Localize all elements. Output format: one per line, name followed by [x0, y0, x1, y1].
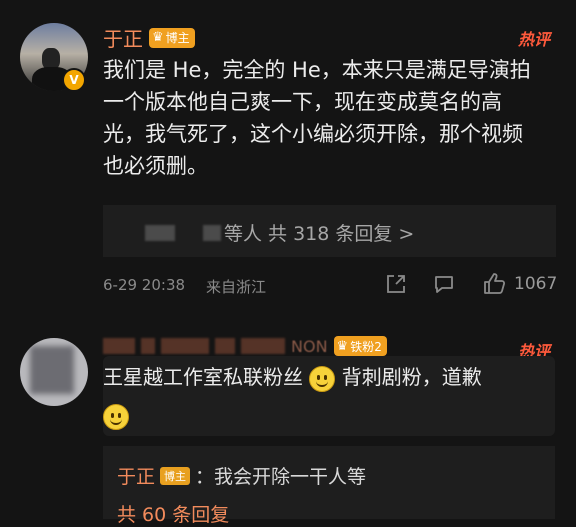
blurred-name [103, 338, 135, 354]
comment2-content: 王星越工作室私联粉丝 背刺剧粉，道歉 [103, 356, 555, 436]
blurred-name [241, 338, 285, 354]
blurred-name [145, 225, 175, 241]
share-icon[interactable] [384, 272, 408, 296]
content-segment: 背刺剧粉，道歉 [341, 365, 482, 389]
comment2-header: NON ♛ 铁粉2 [103, 336, 387, 356]
blurred-name [141, 338, 155, 354]
comment-icon[interactable] [432, 272, 456, 296]
comment1-date: 6-29 20:38 [103, 276, 186, 294]
blogger-badge: ♛ 博主 [149, 27, 195, 48]
blurred-name [215, 338, 235, 354]
content-segment: 王星越工作室私联粉丝 [103, 365, 303, 389]
smile-emoji-icon [309, 365, 336, 392]
subreply-box[interactable]: 于正 博主 ：我会开除一干人等 共 60 条回复 [103, 446, 555, 526]
like-icon[interactable] [482, 271, 508, 297]
comment1-content: 我们是 He，完全的 He，本来只是满足导演拍 一个版本他自己爽一下，现在变成莫… [103, 54, 543, 182]
subreply-summary[interactable]: 共 60 条回复 [117, 500, 229, 527]
reply-summary-box[interactable]: 等人 共 318 条回复 > [103, 205, 556, 257]
fan-badge: ♛ 铁粉2 [333, 336, 387, 356]
content-line: 王星越工作室私联粉丝 背刺剧粉，道歉 [103, 360, 482, 394]
subreply-line: 于正 博主 ：我会开除一干人等 [117, 462, 366, 489]
crown-icon: ♛ [152, 30, 164, 45]
blurred-name [161, 338, 209, 354]
hot-comment-label: 热评 [518, 30, 551, 49]
subreply-text: ：我会开除一干人等 [195, 466, 367, 488]
avatar-commenter2[interactable] [20, 338, 88, 406]
like-count: 1067 [514, 274, 558, 294]
blogger-badge: 博主 [160, 466, 191, 485]
verified-icon: V [62, 68, 86, 92]
comment1-header: 于正 ♛ 博主 [103, 23, 195, 52]
content-line [103, 404, 129, 430]
reply-summary-text[interactable]: 等人 共 318 条回复 > [224, 219, 414, 246]
comment1-username[interactable]: 于正 [103, 23, 143, 52]
smile-emoji-icon [103, 404, 129, 430]
subreply-username[interactable]: 于正 [117, 462, 155, 489]
crown-icon: ♛ [336, 338, 349, 354]
comment2-username[interactable]: NON [291, 337, 328, 356]
blurred-name [203, 225, 221, 241]
badge-label: 博主 [165, 31, 190, 45]
badge-label: 铁粉2 [350, 339, 382, 354]
comment1-location: 来自浙江 [206, 278, 267, 296]
content-line: 光，我气死了，这个小编必须开除，那个视频 [103, 122, 523, 146]
content-line: 一个版本他自己爽一下，现在变成莫名的高 [103, 90, 502, 114]
content-line: 也必须删。 [103, 154, 208, 178]
content-line: 我们是 He，完全的 He，本来只是满足导演拍 [103, 58, 531, 82]
